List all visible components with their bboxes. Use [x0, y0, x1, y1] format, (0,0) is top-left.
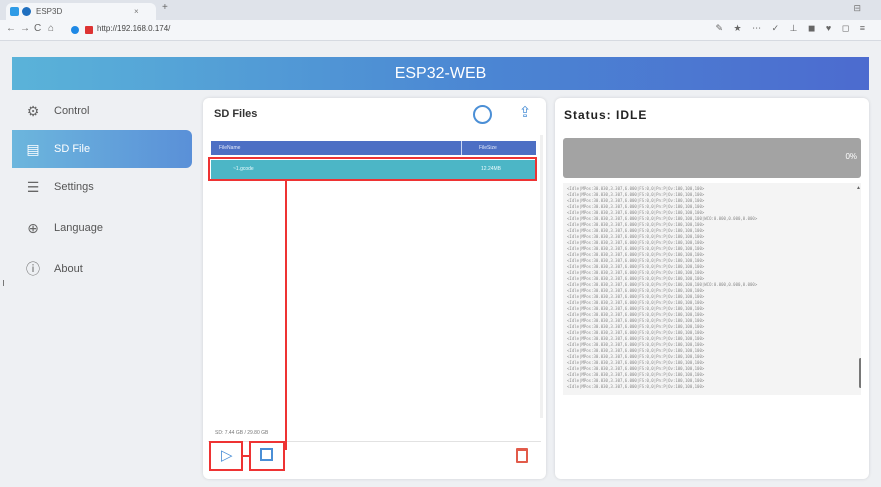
sidebar-item-control[interactable]: ⚙ Control [12, 92, 192, 130]
progress-percent: 0% [845, 152, 857, 161]
sidebar-item-label: About [54, 263, 83, 275]
globe-icon: ⊕ [27, 220, 39, 236]
app-title: ESP32-WEB [394, 65, 487, 82]
file-table-header: FileName FileSize [211, 141, 536, 155]
sd-files-panel: SD Files ⇪ FileName FileSize ~1.gcode 12… [203, 98, 546, 479]
sidebar-item-label: Control [54, 105, 90, 117]
browser-logo-icon [10, 7, 19, 16]
sidebar: ⚙ Control ▤ SD File ☰ Settings ⊕ Languag… [12, 90, 196, 487]
tab-title: ESP3D [36, 7, 63, 16]
home-icon[interactable]: ⌂ [48, 23, 54, 34]
column-header-filesize: FileSize [479, 145, 497, 151]
crop-icon [260, 448, 273, 461]
delete-icon[interactable] [516, 448, 528, 463]
upload-icon[interactable]: ⇪ [516, 104, 534, 122]
sidebar-item-label: Language [54, 222, 103, 234]
print-button[interactable]: ▷ [209, 441, 243, 471]
control-icon: ⚙ [26, 103, 40, 119]
refresh-icon[interactable] [473, 105, 492, 124]
sidebar-item-sd-file[interactable]: ▤ SD File [12, 130, 192, 168]
sidebar-item-about[interactable]: ⓘ About [12, 250, 192, 288]
window-controls-icon[interactable]: ⊟ [853, 3, 861, 14]
info-icon: ⓘ [26, 261, 40, 277]
browser-tab-bar: ESP3D × + ⊟ [0, 0, 881, 20]
status-panel: Status: IDLE 0% ▲ <Idle|MPos:30.030,3.30… [555, 98, 869, 479]
browser-toolbar-icons[interactable]: ✎ ★ ⋯ ✓ ⊥ ◼ ♥ ◻ ≡ [715, 23, 869, 34]
log-line: <Idle|MPos:30.030,3.307,6.000|FS:0,0|Pn:… [567, 384, 705, 389]
preview-button[interactable] [249, 441, 285, 471]
shield-icon [71, 26, 79, 34]
tab-close-icon[interactable]: × [134, 3, 139, 20]
back-icon[interactable]: ← [6, 23, 16, 34]
annotation-line [285, 181, 287, 450]
site-favicon-icon [22, 7, 31, 16]
sd-usage-text: SD: 7.44 GB / 29.80 GB [215, 430, 269, 436]
log-scrollbar[interactable] [859, 358, 861, 388]
address-bar: ← → C ⌂ http://192.168.0.174/ ✎ ★ ⋯ ✓ ⊥ … [0, 20, 881, 41]
status-title: Status: IDLE [564, 108, 648, 122]
edge-marker [3, 280, 4, 286]
app-header: ESP32-WEB [12, 57, 869, 90]
sd-file-icon: ▤ [26, 141, 40, 157]
column-divider [461, 141, 462, 155]
sidebar-item-label: Settings [54, 181, 94, 193]
play-icon: ▷ [221, 447, 233, 464]
progress-bar: 0% [563, 138, 861, 178]
scrollbar[interactable] [540, 135, 543, 418]
panel-title: SD Files [214, 108, 258, 120]
url-field[interactable]: http://192.168.0.174/ [97, 24, 170, 33]
sidebar-item-language[interactable]: ⊕ Language [12, 209, 192, 247]
security-icon[interactable] [85, 26, 93, 34]
browser-tab[interactable]: ESP3D × [6, 3, 156, 20]
selection-annotation [208, 157, 537, 181]
forward-icon[interactable]: → [20, 23, 30, 34]
column-header-filename: FileName [219, 145, 241, 151]
sidebar-item-label: SD File [54, 143, 91, 155]
scroll-up-icon[interactable]: ▲ [856, 185, 861, 191]
settings-icon: ☰ [26, 179, 40, 195]
reload-icon[interactable]: C [34, 23, 41, 34]
console-log[interactable]: ▲ <Idle|MPos:30.030,3.307,6.000|FS:0,0|P… [563, 183, 861, 395]
sidebar-item-settings[interactable]: ☰ Settings [12, 168, 192, 206]
new-tab-button[interactable]: + [162, 2, 168, 13]
